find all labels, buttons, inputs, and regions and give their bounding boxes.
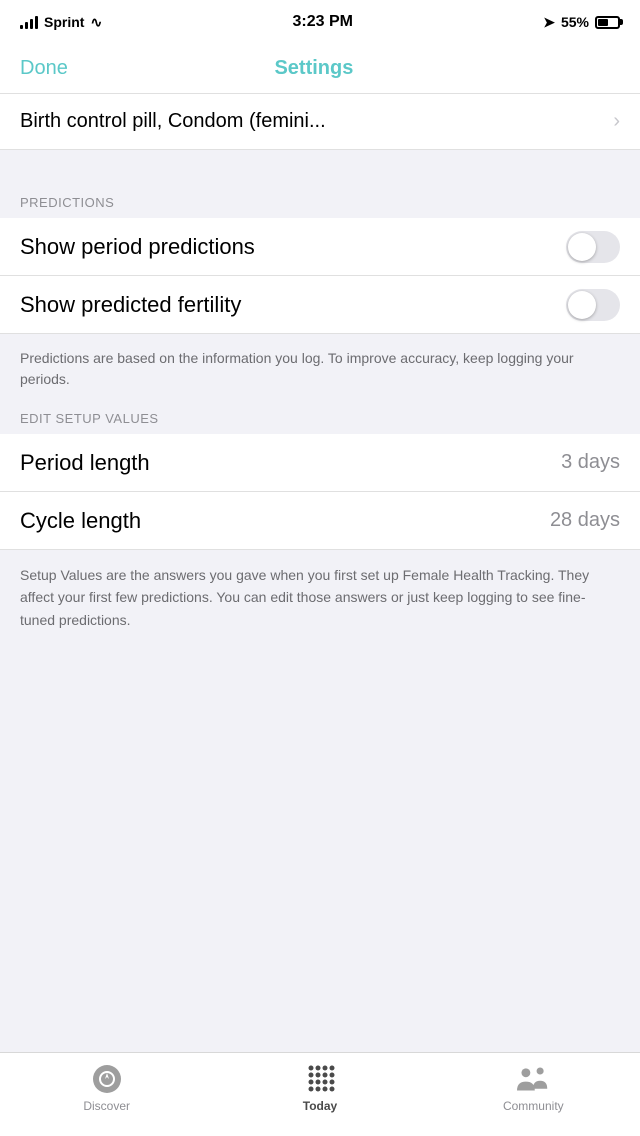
today-tab-label: Today — [303, 1099, 337, 1113]
community-icon — [517, 1063, 549, 1095]
period-length-value: 3 days — [561, 451, 620, 474]
cycle-length-label: Cycle length — [20, 508, 141, 534]
community-svg — [517, 1064, 549, 1094]
tab-community[interactable]: Community — [483, 1063, 583, 1113]
toggle-knob — [568, 233, 596, 261]
battery-icon — [595, 16, 620, 29]
tab-today[interactable]: Today — [270, 1063, 370, 1113]
chevron-right-icon: › — [613, 110, 620, 133]
show-fertility-toggle[interactable] — [566, 289, 620, 321]
battery-percent: 55% — [561, 14, 589, 30]
period-length-label: Period length — [20, 450, 150, 476]
status-bar: Sprint ∿ 3:23 PM ➤ 55% — [0, 0, 640, 44]
today-icon — [304, 1063, 336, 1095]
show-fertility-label: Show predicted fertility — [20, 292, 241, 318]
edit-setup-header-text: EDIT SETUP VALUES — [20, 411, 159, 426]
status-right: ➤ 55% — [543, 14, 620, 31]
edit-setup-section-header: EDIT SETUP VALUES — [0, 404, 640, 434]
cycle-length-row[interactable]: Cycle length 28 days — [0, 492, 640, 550]
location-icon: ➤ — [543, 14, 555, 31]
discover-icon — [91, 1063, 123, 1095]
wifi-icon: ∿ — [90, 14, 102, 31]
predictions-header-text: PREDICTIONS — [20, 195, 114, 210]
cycle-length-value: 28 days — [550, 509, 620, 532]
status-left: Sprint ∿ — [20, 14, 102, 31]
community-tab-label: Community — [503, 1099, 564, 1113]
predictions-info: Predictions are based on the information… — [0, 334, 640, 404]
toggle-knob-2 — [568, 291, 596, 319]
show-fertility-row[interactable]: Show predicted fertility — [0, 276, 640, 334]
predictions-section-header: PREDICTIONS — [0, 186, 640, 218]
signal-icon — [20, 15, 38, 29]
birth-control-row[interactable]: Birth control pill, Condom (femini... › — [0, 94, 640, 150]
content-area: Birth control pill, Condom (femini... › … — [0, 94, 640, 1052]
show-period-predictions-toggle[interactable] — [566, 231, 620, 263]
dots-grid-svg — [304, 1063, 336, 1095]
tab-bar: Discover — [0, 1052, 640, 1136]
done-button[interactable]: Done — [20, 57, 68, 80]
page-title: Settings — [274, 57, 353, 80]
setup-values-info: Setup Values are the answers you gave wh… — [0, 550, 640, 645]
status-time: 3:23 PM — [292, 13, 352, 31]
discover-tab-label: Discover — [83, 1099, 130, 1113]
compass-svg — [91, 1063, 123, 1095]
section-spacer-1 — [0, 150, 640, 186]
carrier-label: Sprint — [44, 14, 84, 30]
birth-control-label: Birth control pill, Condom (femini... — [20, 110, 326, 133]
period-length-row[interactable]: Period length 3 days — [0, 434, 640, 492]
nav-header: Done Settings — [0, 44, 640, 94]
tab-discover[interactable]: Discover — [57, 1063, 157, 1113]
show-period-predictions-row[interactable]: Show period predictions — [0, 218, 640, 276]
show-period-predictions-label: Show period predictions — [20, 234, 255, 260]
